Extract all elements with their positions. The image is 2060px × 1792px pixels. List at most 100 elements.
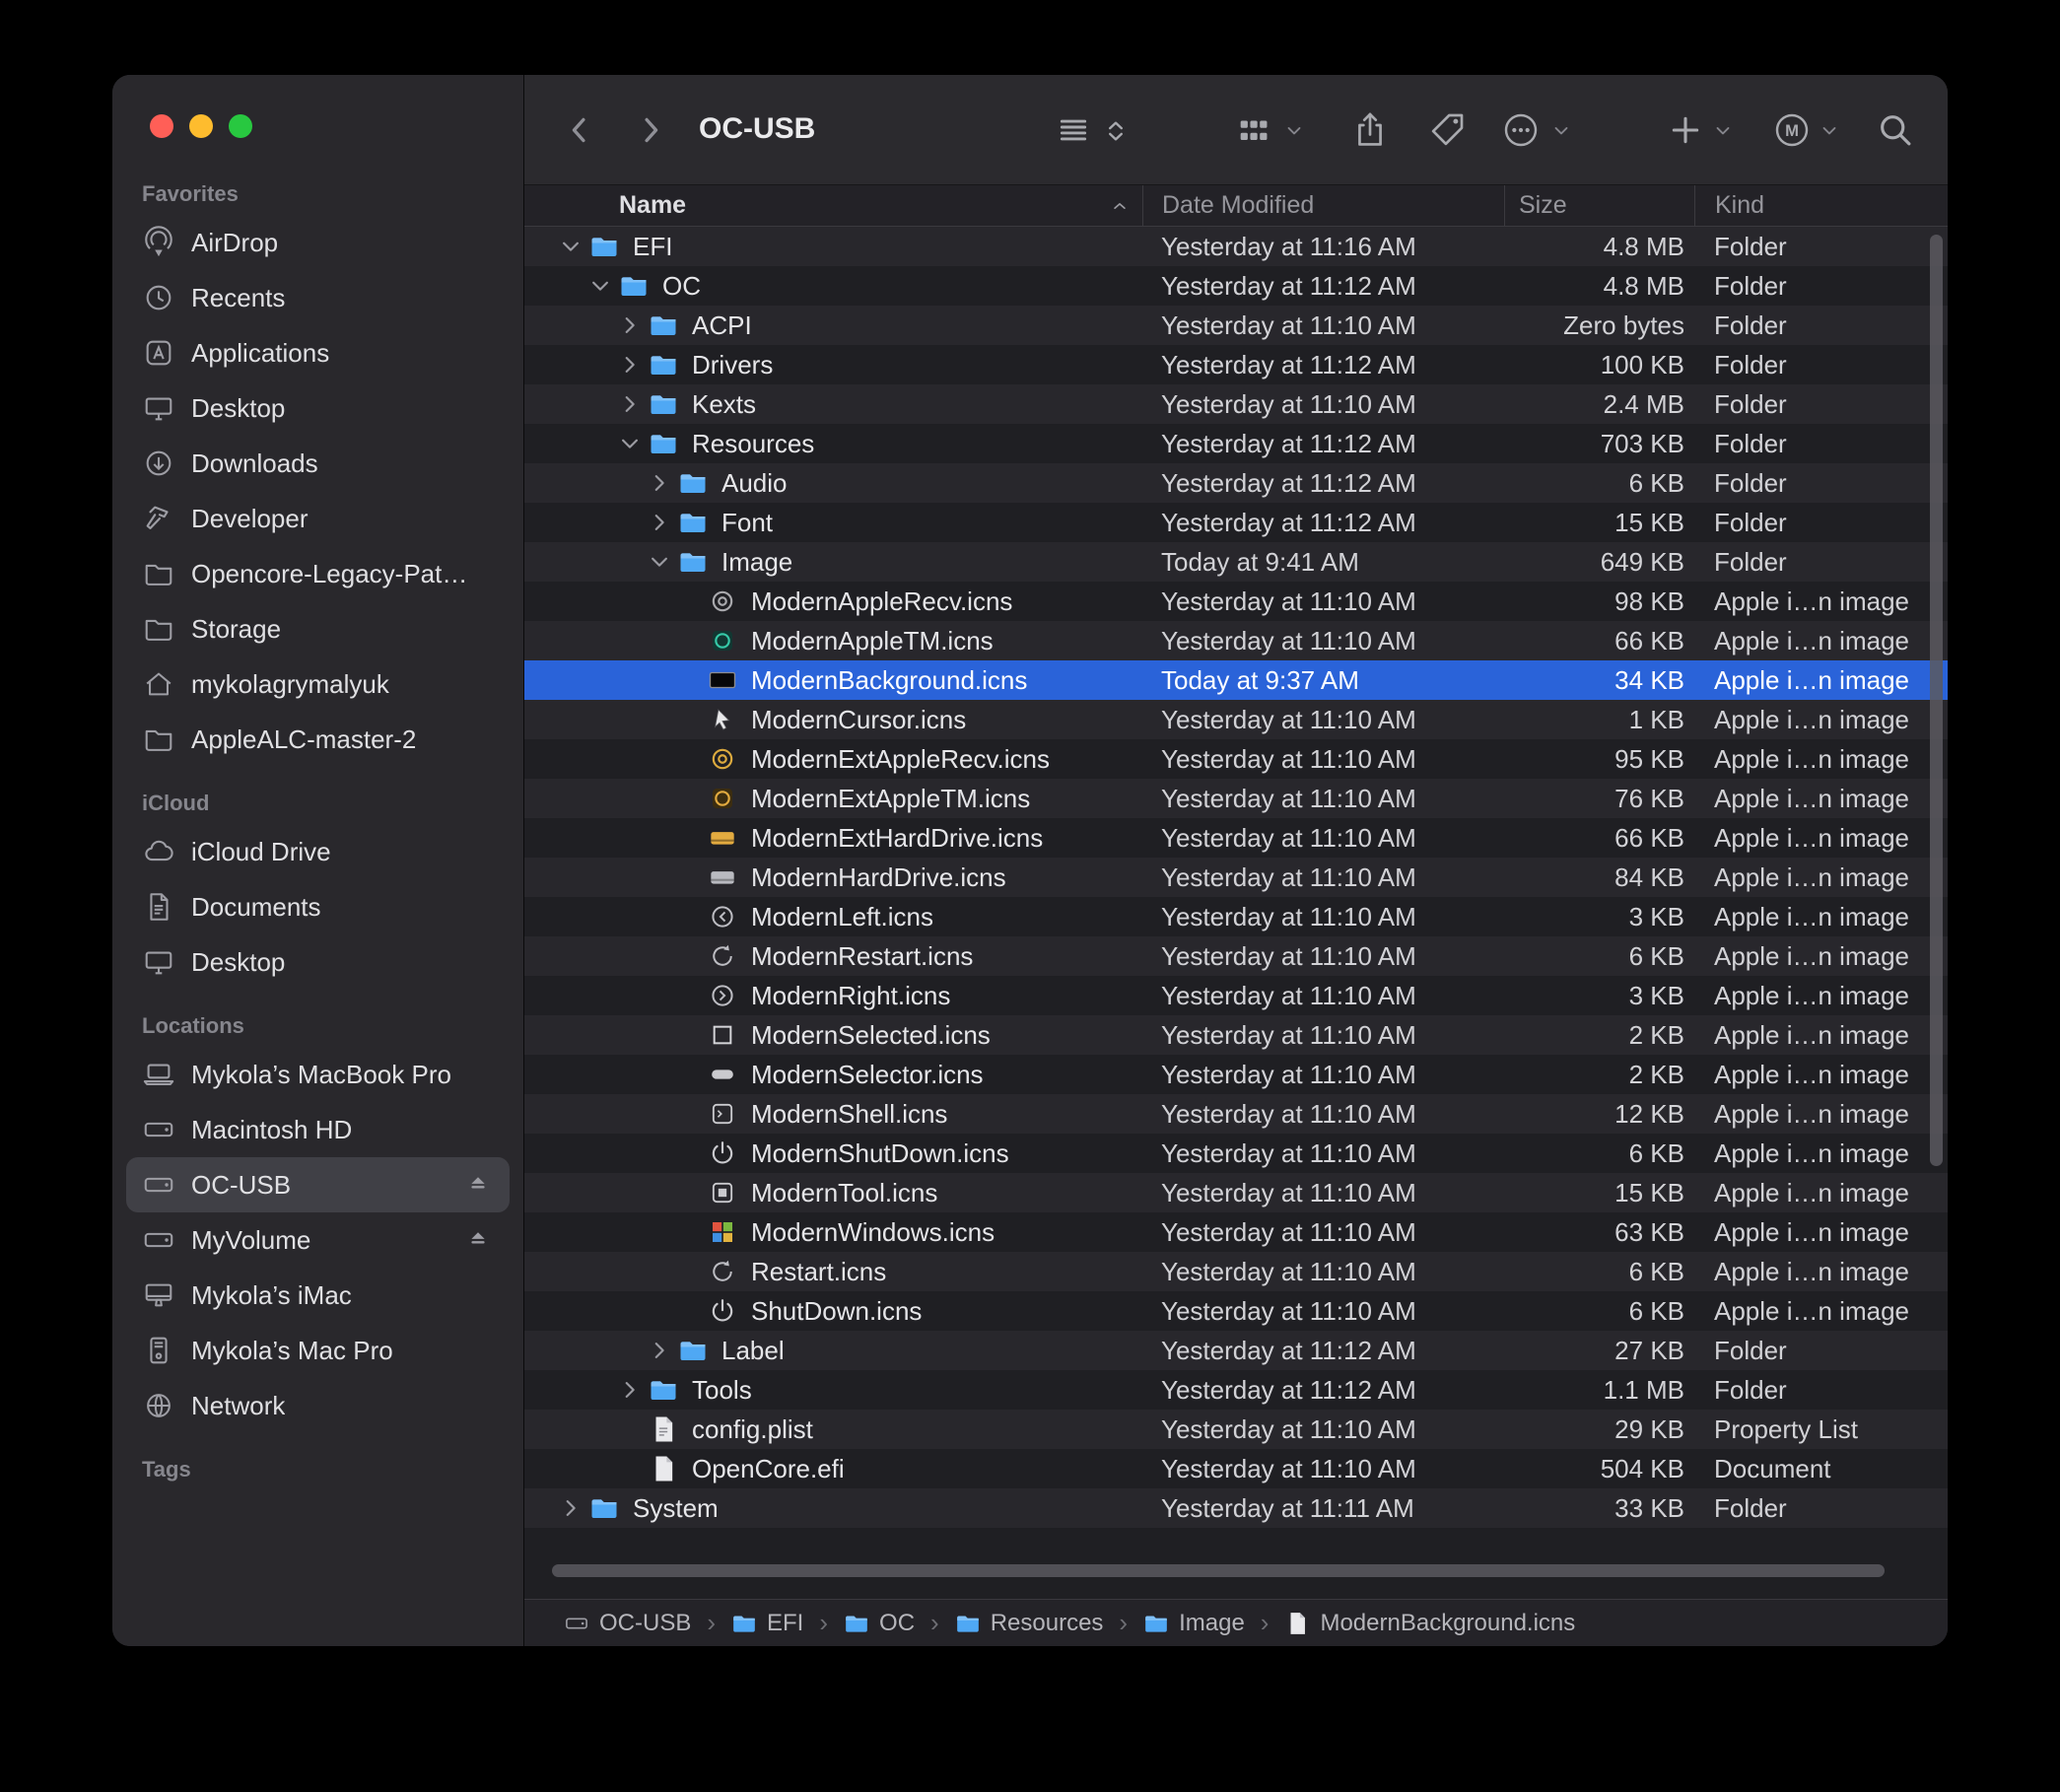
zoom-button[interactable]: [229, 114, 252, 138]
vertical-scrollbar[interactable]: [1930, 235, 1943, 1166]
disclosure-closed-icon[interactable]: [617, 352, 643, 378]
file-row-restart-icns[interactable]: Restart.icnsYesterday at 11:10 AM6 KBApp…: [524, 1252, 1948, 1291]
file-row-font[interactable]: FontYesterday at 11:12 AM15 KBFolder: [524, 503, 1948, 542]
share-button[interactable]: [1350, 110, 1390, 150]
file-row-moderncursor-icns[interactable]: ModernCursor.icnsYesterday at 11:10 AM1 …: [524, 700, 1948, 739]
path-item-resources[interactable]: Resources: [955, 1610, 1104, 1637]
sidebar-item-developer[interactable]: Developer: [126, 491, 510, 546]
file-row-modernextharddrive-icns[interactable]: ModernExtHardDrive.icnsYesterday at 11:1…: [524, 818, 1948, 858]
sidebar-item-macintosh-hd[interactable]: Macintosh HD: [126, 1102, 510, 1157]
file-row-oc[interactable]: OCYesterday at 11:12 AM4.8 MBFolder: [524, 266, 1948, 306]
search-button[interactable]: [1876, 110, 1915, 150]
eject-icon[interactable]: [464, 1171, 492, 1199]
sidebar-item-mykolagrymalyuk[interactable]: mykolagrymalyuk: [126, 656, 510, 712]
file-row-moderntool-icns[interactable]: ModernTool.icnsYesterday at 11:10 AM15 K…: [524, 1173, 1948, 1212]
forward-button[interactable]: [631, 110, 670, 150]
path-item-image[interactable]: Image: [1143, 1610, 1245, 1637]
sidebar-item-icloud-drive[interactable]: iCloud Drive: [126, 824, 510, 879]
file-row-opencore-efi[interactable]: OpenCore.efiYesterday at 11:10 AM504 KBD…: [524, 1449, 1948, 1488]
file-row-acpi[interactable]: ACPIYesterday at 11:10 AMZero bytesFolde…: [524, 306, 1948, 345]
profile-button[interactable]: M: [1772, 110, 1812, 150]
file-row-efi[interactable]: EFIYesterday at 11:16 AM4.8 MBFolder: [524, 227, 1948, 266]
file-row-drivers[interactable]: DriversYesterday at 11:12 AM100 KBFolder: [524, 345, 1948, 384]
more-actions-button[interactable]: [1501, 110, 1541, 150]
minimize-button[interactable]: [189, 114, 213, 138]
file-row-modernharddrive-icns[interactable]: ModernHardDrive.icnsYesterday at 11:10 A…: [524, 858, 1948, 897]
tag-button[interactable]: [1427, 110, 1467, 150]
sidebar-item-applealc-master-2[interactable]: AppleALC-master-2: [126, 712, 510, 767]
disclosure-spacer: [676, 864, 702, 890]
file-row-tools[interactable]: ToolsYesterday at 11:12 AM1.1 MBFolder: [524, 1370, 1948, 1410]
sidebar-item-mykola-s-mac-pro[interactable]: Mykola’s Mac Pro: [126, 1323, 510, 1378]
column-header-kind[interactable]: Kind: [1694, 185, 1948, 226]
horizontal-scrollbar[interactable]: [552, 1564, 1885, 1577]
sidebar-item-network[interactable]: Network: [126, 1378, 510, 1433]
path-item-efi[interactable]: EFI: [731, 1610, 803, 1637]
disclosure-closed-icon[interactable]: [617, 391, 643, 417]
sidebar-item-downloads[interactable]: Downloads: [126, 436, 510, 491]
file-row-audio[interactable]: AudioYesterday at 11:12 AM6 KBFolder: [524, 463, 1948, 503]
file-row-kexts[interactable]: KextsYesterday at 11:10 AM2.4 MBFolder: [524, 384, 1948, 424]
disclosure-closed-icon[interactable]: [617, 1377, 643, 1403]
disclosure-open-icon[interactable]: [617, 431, 643, 456]
file-row-config-plist[interactable]: config.plistYesterday at 11:10 AM29 KBPr…: [524, 1410, 1948, 1449]
path-item-modernbackground-icns[interactable]: ModernBackground.icns: [1284, 1610, 1575, 1637]
view-mode-stepper[interactable]: [1101, 116, 1131, 146]
file-row-modernshell-icns[interactable]: ModernShell.icnsYesterday at 11:10 AM12 …: [524, 1094, 1948, 1134]
file-row-system[interactable]: SystemYesterday at 11:11 AM33 KBFolder: [524, 1488, 1948, 1528]
column-header-date-modified[interactable]: Date Modified: [1142, 185, 1504, 226]
file-row-modernselected-icns[interactable]: ModernSelected.icnsYesterday at 11:10 AM…: [524, 1015, 1948, 1055]
file-row-modernextapplerecv-icns[interactable]: ModernExtAppleRecv.icnsYesterday at 11:1…: [524, 739, 1948, 779]
file-row-modernapplerecv-icns[interactable]: ModernAppleRecv.icnsYesterday at 11:10 A…: [524, 582, 1948, 621]
disclosure-closed-icon[interactable]: [647, 1338, 672, 1363]
group-by-chevron[interactable]: [1283, 120, 1305, 142]
profile-chevron[interactable]: [1819, 120, 1840, 142]
file-row-label[interactable]: LabelYesterday at 11:12 AM27 KBFolder: [524, 1331, 1948, 1370]
file-row-modernextappletm-icns[interactable]: ModernExtAppleTM.icnsYesterday at 11:10 …: [524, 779, 1948, 818]
sidebar-item-opencore-legacy-pat[interactable]: Opencore-Legacy-Pat…: [126, 546, 510, 601]
file-date-modified: Yesterday at 11:10 AM: [1142, 902, 1504, 932]
view-mode-button[interactable]: [1054, 110, 1093, 150]
column-header-size[interactable]: Size: [1504, 185, 1694, 226]
file-row-modernshutdown-icns[interactable]: ModernShutDown.icnsYesterday at 11:10 AM…: [524, 1134, 1948, 1173]
file-row-modernselector-icns[interactable]: ModernSelector.icnsYesterday at 11:10 AM…: [524, 1055, 1948, 1094]
column-header-name[interactable]: Name: [524, 185, 1142, 226]
sidebar-item-mykola-s-macbook-pro[interactable]: Mykola’s MacBook Pro: [126, 1047, 510, 1102]
sidebar-item-recents[interactable]: Recents: [126, 270, 510, 325]
sidebar-item-applications[interactable]: Applications: [126, 325, 510, 380]
disclosure-open-icon[interactable]: [587, 273, 613, 299]
sidebar-item-desktop[interactable]: Desktop: [126, 380, 510, 436]
file-row-resources[interactable]: ResourcesYesterday at 11:12 AM703 KBFold…: [524, 424, 1948, 463]
sidebar-item-mykola-s-imac[interactable]: Mykola’s iMac: [126, 1268, 510, 1323]
sidebar-item-documents[interactable]: Documents: [126, 879, 510, 934]
close-button[interactable]: [150, 114, 173, 138]
path-item-oc-usb[interactable]: OC-USB: [564, 1610, 691, 1637]
file-row-modernleft-icns[interactable]: ModernLeft.icnsYesterday at 11:10 AM3 KB…: [524, 897, 1948, 936]
file-row-modernright-icns[interactable]: ModernRight.icnsYesterday at 11:10 AM3 K…: [524, 976, 1948, 1015]
sidebar-item-myvolume[interactable]: MyVolume: [126, 1212, 510, 1268]
file-row-modernwindows-icns[interactable]: ModernWindows.icnsYesterday at 11:10 AM6…: [524, 1212, 1948, 1252]
eject-icon[interactable]: [464, 1226, 492, 1254]
disclosure-closed-icon[interactable]: [558, 1495, 584, 1521]
disclosure-open-icon[interactable]: [647, 549, 672, 575]
disclosure-closed-icon[interactable]: [617, 312, 643, 338]
file-row-modernrestart-icns[interactable]: ModernRestart.icnsYesterday at 11:10 AM6…: [524, 936, 1948, 976]
file-row-modernbackground-icns[interactable]: ModernBackground.icnsToday at 9:37 AM34 …: [524, 660, 1948, 700]
sidebar-item-airdrop[interactable]: AirDrop: [126, 215, 510, 270]
sidebar-item-storage[interactable]: Storage: [126, 601, 510, 656]
sidebar-item-oc-usb[interactable]: OC-USB: [126, 1157, 510, 1212]
group-by-button[interactable]: [1234, 110, 1273, 150]
path-item-oc[interactable]: OC: [844, 1610, 915, 1637]
disclosure-open-icon[interactable]: [558, 234, 584, 259]
sidebar-item-desktop[interactable]: Desktop: [126, 934, 510, 990]
file-row-shutdown-icns[interactable]: ShutDown.icnsYesterday at 11:10 AM6 KBAp…: [524, 1291, 1948, 1331]
new-item-button[interactable]: [1666, 110, 1705, 150]
disclosure-closed-icon[interactable]: [647, 470, 672, 496]
more-actions-chevron[interactable]: [1550, 120, 1572, 142]
back-button[interactable]: [560, 110, 599, 150]
disclosure-closed-icon[interactable]: [647, 510, 672, 535]
file-row-image[interactable]: ImageToday at 9:41 AM649 KBFolder: [524, 542, 1948, 582]
file-row-modernappletm-icns[interactable]: ModernAppleTM.icnsYesterday at 11:10 AM6…: [524, 621, 1948, 660]
restart-circle-icon: [708, 941, 737, 971]
new-item-chevron[interactable]: [1712, 120, 1734, 142]
